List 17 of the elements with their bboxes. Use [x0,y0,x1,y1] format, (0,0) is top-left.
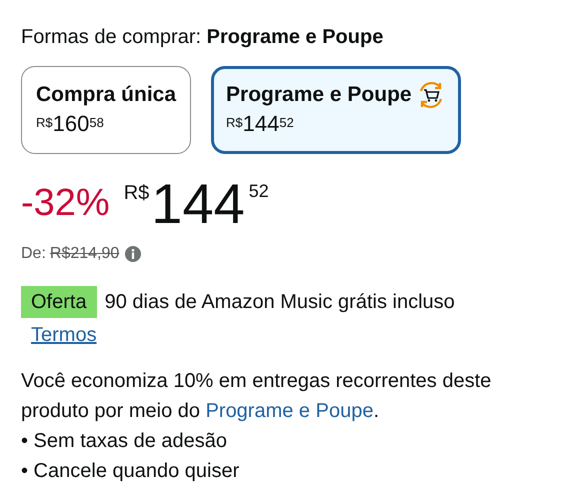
discount-percent: -32% [21,180,110,226]
section-heading: Formas de comprar: Programe e Poupe [21,25,384,50]
info-icon[interactable] [125,246,142,262]
currency-symbol: R$ [124,180,150,206]
subscribe-link[interactable]: Programe e Poupe [206,400,374,422]
terms-link[interactable]: Termos [31,320,97,350]
savings-text: Você economiza 10% em entregas recorrentes deste produto por meio do Programe e Poupe. [21,368,492,424]
price-cents: 52 [248,180,269,202]
list-price: R$214,90 [50,244,120,264]
benefit-item: • Cancele quando quiser [21,458,240,484]
list-price-label: De: [21,244,46,264]
benefit-item: • Sem taxas de adesão [21,428,228,454]
offer-badge: Oferta [21,286,97,318]
price-whole: 144 [151,176,245,232]
option-title: Compra única [36,82,176,108]
option-title: Programe e Poupe [226,82,412,108]
offer-text: 90 dias de Amazon Music grátis incluso [104,290,455,314]
